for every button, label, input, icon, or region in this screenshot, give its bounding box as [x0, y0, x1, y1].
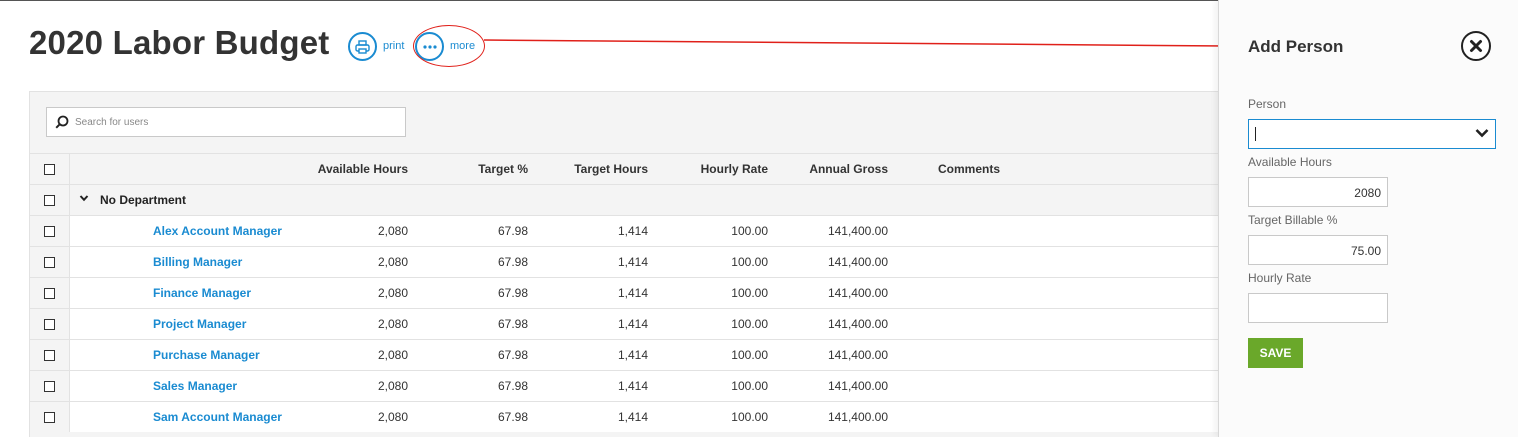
- col-available-hours[interactable]: Available Hours: [318, 162, 408, 176]
- hourly-rate-cell: 100.00: [731, 255, 768, 269]
- row-checkbox[interactable]: [44, 381, 55, 392]
- target-pct-cell: 67.98: [497, 286, 528, 300]
- table-row: Billing Manager 2,080 67.98 1,414 100.00…: [30, 246, 1220, 277]
- print-button[interactable]: [348, 32, 377, 61]
- person-name-link[interactable]: Project Manager: [153, 317, 246, 331]
- col-target-pct[interactable]: Target %: [478, 162, 528, 176]
- hourly-rate-cell: 100.00: [731, 348, 768, 362]
- target-hours-cell: 1,414: [617, 379, 648, 393]
- search-input[interactable]: Search for users: [46, 107, 406, 137]
- table-row: Sales Manager 2,080 67.98 1,414 100.00 1…: [30, 370, 1220, 401]
- add-person-panel: Add Person Person Available Hours 2080 T…: [1218, 0, 1518, 437]
- col-annual-gross[interactable]: Annual Gross: [809, 162, 888, 176]
- hourly-rate-cell: 100.00: [731, 286, 768, 300]
- person-name-link[interactable]: Sales Manager: [153, 379, 237, 393]
- col-target-hours[interactable]: Target Hours: [574, 162, 648, 176]
- save-button[interactable]: SAVE: [1248, 338, 1303, 368]
- target-pct-cell: 67.98: [497, 317, 528, 331]
- table-row: Purchase Manager 2,080 67.98 1,414 100.0…: [30, 339, 1220, 370]
- select-all-checkbox[interactable]: [44, 164, 55, 175]
- person-label: Person: [1248, 97, 1287, 111]
- department-row[interactable]: No Department: [30, 184, 1220, 215]
- row-checkbox[interactable]: [44, 257, 55, 268]
- person-name-link[interactable]: Billing Manager: [153, 255, 242, 269]
- search-placeholder: Search for users: [75, 116, 149, 128]
- target-pct-cell: 67.98: [497, 379, 528, 393]
- department-name: No Department: [100, 193, 187, 207]
- available-hours-cell: 2,080: [377, 348, 408, 362]
- hourly-rate-cell: 100.00: [731, 224, 768, 238]
- chevron-down-icon[interactable]: [1475, 128, 1489, 138]
- target-hours-cell: 1,414: [617, 317, 648, 331]
- search-icon: [55, 115, 69, 129]
- close-icon: [1470, 40, 1482, 52]
- target-pct-cell: 67.98: [497, 348, 528, 362]
- table-row: Sam Account Manager 2,080 67.98 1,414 10…: [30, 401, 1220, 432]
- annual-gross-cell: 141,400.00: [827, 379, 888, 393]
- person-select[interactable]: [1248, 119, 1496, 149]
- row-checkbox[interactable]: [44, 412, 55, 423]
- hourly-rate-input[interactable]: [1248, 293, 1388, 323]
- target-hours-cell: 1,414: [617, 410, 648, 424]
- row-checkbox[interactable]: [44, 319, 55, 330]
- annual-gross-cell: 141,400.00: [827, 224, 888, 238]
- annotation-arrow: [484, 39, 1235, 50]
- person-name-link[interactable]: Purchase Manager: [153, 348, 260, 362]
- target-hours-cell: 1,414: [617, 255, 648, 269]
- hourly-rate-cell: 100.00: [731, 317, 768, 331]
- target-pct-cell: 67.98: [497, 224, 528, 238]
- department-checkbox[interactable]: [44, 195, 55, 206]
- available-hours-cell: 2,080: [377, 379, 408, 393]
- row-checkbox[interactable]: [44, 226, 55, 237]
- person-name-link[interactable]: Sam Account Manager: [153, 410, 282, 424]
- row-checkbox[interactable]: [44, 350, 55, 361]
- close-button[interactable]: [1461, 31, 1491, 61]
- row-checkbox[interactable]: [44, 288, 55, 299]
- available-hours-cell: 2,080: [377, 410, 408, 424]
- table-row: Finance Manager 2,080 67.98 1,414 100.00…: [30, 277, 1220, 308]
- person-name-link[interactable]: Alex Account Manager: [153, 224, 282, 238]
- available-hours-cell: 2,080: [377, 317, 408, 331]
- available-hours-input[interactable]: 2080: [1248, 177, 1388, 207]
- annotation-oval: [413, 25, 485, 67]
- annual-gross-cell: 141,400.00: [827, 255, 888, 269]
- add-person-title: Add Person: [1248, 37, 1344, 56]
- text-cursor: [1255, 127, 1256, 141]
- target-hours-cell: 1,414: [617, 286, 648, 300]
- print-link[interactable]: print: [383, 40, 404, 52]
- col-hourly-rate[interactable]: Hourly Rate: [701, 162, 768, 176]
- hourly-rate-label: Hourly Rate: [1248, 271, 1312, 285]
- table-row: Project Manager 2,080 67.98 1,414 100.00…: [30, 308, 1220, 339]
- col-comments[interactable]: Comments: [938, 162, 1000, 176]
- target-pct-cell: 67.98: [497, 255, 528, 269]
- table-row: Alex Account Manager 2,080 67.98 1,414 1…: [30, 215, 1220, 246]
- budget-table: Available Hours Target % Target Hours Ho…: [30, 153, 1220, 432]
- printer-icon: [355, 39, 370, 54]
- available-hours-cell: 2,080: [377, 286, 408, 300]
- target-billable-input[interactable]: 75.00: [1248, 235, 1388, 265]
- available-hours-cell: 2,080: [377, 255, 408, 269]
- target-hours-cell: 1,414: [617, 224, 648, 238]
- available-hours-cell: 2,080: [377, 224, 408, 238]
- table-header-row: Available Hours Target % Target Hours Ho…: [30, 153, 1220, 184]
- budget-table-panel: Search for users Available Hours Target …: [29, 91, 1220, 437]
- available-hours-label: Available Hours: [1248, 155, 1332, 169]
- person-name-link[interactable]: Finance Manager: [153, 286, 251, 300]
- target-hours-cell: 1,414: [617, 348, 648, 362]
- target-billable-label: Target Billable %: [1248, 213, 1338, 227]
- page-title: 2020 Labor Budget: [29, 24, 330, 61]
- annual-gross-cell: 141,400.00: [827, 410, 888, 424]
- annual-gross-cell: 141,400.00: [827, 348, 888, 362]
- annual-gross-cell: 141,400.00: [827, 317, 888, 331]
- hourly-rate-cell: 100.00: [731, 410, 768, 424]
- chevron-down-icon[interactable]: [79, 194, 89, 202]
- hourly-rate-cell: 100.00: [731, 379, 768, 393]
- target-pct-cell: 67.98: [497, 410, 528, 424]
- annual-gross-cell: 141,400.00: [827, 286, 888, 300]
